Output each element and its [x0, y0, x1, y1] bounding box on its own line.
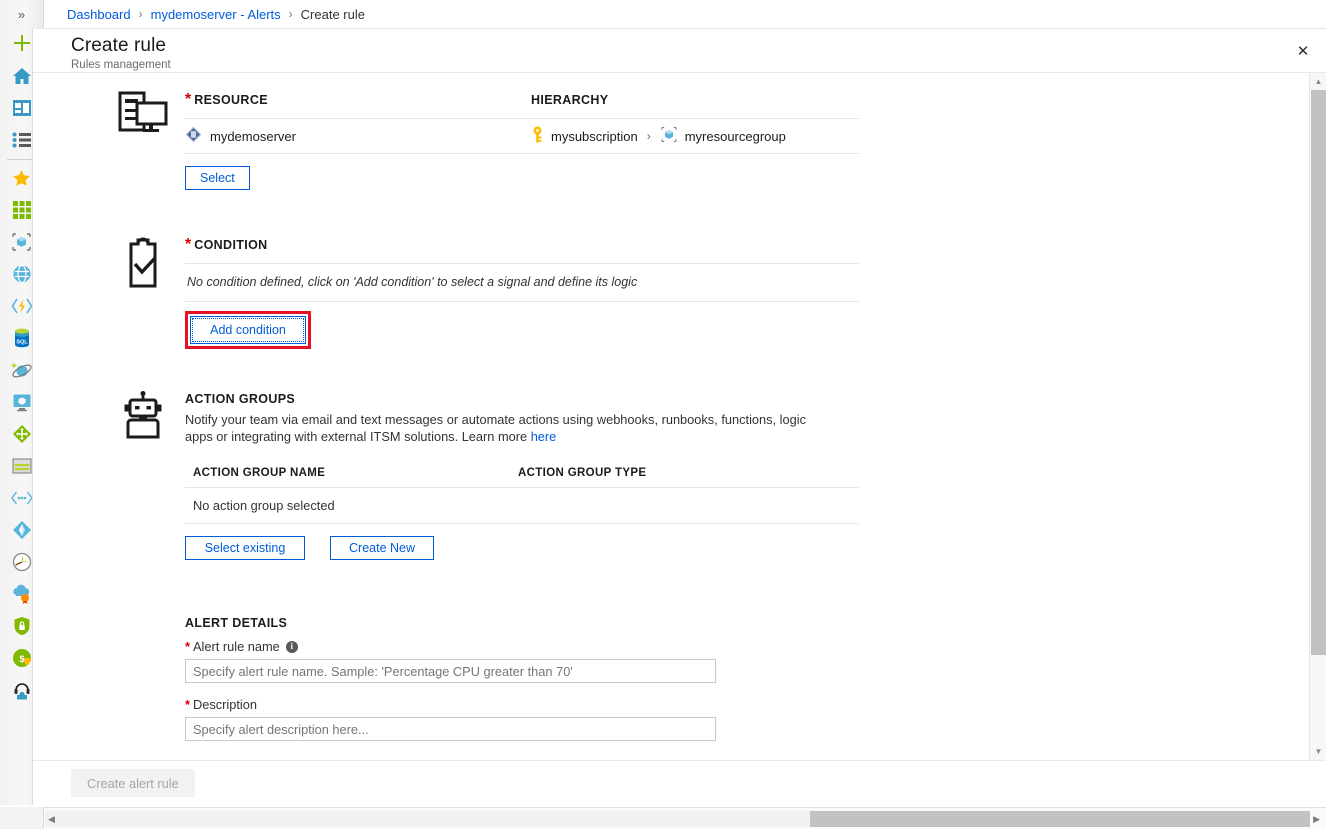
rail-expand-toggle[interactable]: »: [0, 0, 43, 28]
svg-text:SQL: SQL: [16, 340, 28, 346]
add-condition-highlight: Add condition: [185, 311, 311, 349]
description-input[interactable]: [185, 717, 716, 741]
content-bottom-spacer: [185, 741, 859, 760]
horizontal-scroll-thumb[interactable]: [810, 811, 1310, 827]
horizontal-scrollbar[interactable]: ◀ ▶: [0, 807, 1326, 829]
add-condition-button[interactable]: Add condition: [192, 318, 304, 342]
sql-server-resource-icon: [185, 126, 202, 146]
required-marker: *: [185, 236, 192, 253]
hierarchy-value: mysubscription › myresourcegroup: [531, 126, 786, 146]
scrollbar-corner: [0, 807, 44, 829]
breadcrumb-separator-icon: ›: [288, 7, 293, 21]
add-condition-focus-ring: Add condition: [190, 316, 306, 344]
action-groups-empty-row: No action group selected: [185, 488, 859, 524]
condition-section: * CONDITION No condition defined, click o…: [33, 236, 1304, 349]
column-header-name: ACTION GROUP NAME: [193, 467, 326, 479]
resource-value: mydemoserver: [185, 126, 531, 146]
hierarchy-label: HIERARCHY: [531, 93, 609, 107]
clipboard-check-icon: [111, 236, 175, 300]
alert-rule-name-label: Alert rule name: [192, 639, 280, 654]
action-groups-label: ACTION GROUPS: [185, 392, 296, 406]
hierarchy-separator-icon: ›: [646, 129, 651, 143]
description-label-row: * Description: [185, 697, 859, 712]
resource-value-row: mydemoserver mysubscription › myresource…: [185, 119, 859, 154]
resource-body: * RESOURCE HIERARCHY mydemoserver mysubs…: [185, 91, 859, 190]
alert-rule-name-label-row: * Alert rule name i: [185, 639, 859, 654]
blade-scroll-body: * RESOURCE HIERARCHY mydemoserver mysubs…: [33, 73, 1326, 761]
scroll-up-arrow-icon[interactable]: ▲: [1310, 73, 1326, 90]
server-monitor-icon: [111, 91, 175, 155]
create-rule-blade: Create rule Rules management ✕ * RESOURC…: [32, 29, 1326, 805]
resource-name: mydemoserver: [210, 128, 296, 144]
alert-rule-name-input[interactable]: [185, 659, 716, 683]
breadcrumb-item-alerts[interactable]: mydemoserver - Alerts: [151, 7, 281, 22]
action-groups-description-text: Notify your team via email and text mess…: [185, 412, 806, 444]
horizontal-scroll-track[interactable]: [45, 811, 1310, 827]
blade-header: Create rule Rules management ✕: [33, 29, 1326, 73]
resource-label: RESOURCE: [194, 93, 268, 107]
create-new-button[interactable]: Create New: [330, 536, 434, 560]
scroll-down-arrow-icon[interactable]: ▼: [1310, 743, 1326, 760]
vertical-scrollbar[interactable]: ▲ ▼: [1309, 73, 1326, 760]
required-marker: *: [185, 639, 190, 654]
action-groups-table-header: ACTION GROUP NAME ACTION GROUP TYPE: [185, 467, 859, 488]
action-groups-body: ACTION GROUPS Notify your team via email…: [185, 391, 859, 560]
svg-text:$: $: [19, 654, 24, 664]
required-marker: *: [185, 91, 192, 108]
learn-more-link[interactable]: here: [531, 429, 557, 444]
blade-footer: Create alert rule: [33, 761, 1326, 805]
resource-section: * RESOURCE HIERARCHY mydemoserver mysubs…: [33, 91, 1304, 190]
page-title: Create rule: [71, 35, 167, 56]
create-alert-rule-button[interactable]: Create alert rule: [71, 769, 195, 797]
resource-group-icon: [660, 126, 678, 146]
azure-portal-screen: » SQL $ Dashboard › mydemoserver - Alert…: [0, 0, 1326, 829]
action-groups-description: Notify your team via email and text mess…: [185, 411, 815, 445]
condition-label-wrap: * CONDITION: [185, 236, 268, 254]
action-groups-button-row: Select existing Create New: [185, 536, 859, 560]
condition-body: * CONDITION No condition defined, click o…: [185, 236, 859, 349]
subscription-key-icon: [531, 126, 544, 146]
breadcrumb: Dashboard › mydemoserver - Alerts › Crea…: [45, 0, 1326, 29]
info-icon[interactable]: i: [285, 640, 298, 653]
subscription-name: mysubscription: [551, 128, 638, 144]
select-resource-button[interactable]: Select: [185, 166, 250, 190]
condition-empty-text: No condition defined, click on 'Add cond…: [185, 264, 859, 302]
robot-icon: [111, 391, 175, 455]
condition-header-row: * CONDITION: [185, 236, 859, 264]
alert-details-title: ALERT DETAILS: [185, 616, 288, 630]
select-existing-button[interactable]: Select existing: [185, 536, 305, 560]
vertical-scroll-thumb[interactable]: [1311, 90, 1326, 655]
resource-header-row: * RESOURCE HIERARCHY: [185, 91, 859, 119]
resource-group-name: myresourcegroup: [684, 128, 786, 144]
column-header-type: ACTION GROUP TYPE: [518, 467, 647, 479]
required-marker: *: [185, 697, 190, 712]
scroll-left-arrow-icon[interactable]: ◀: [48, 812, 55, 826]
page-subtitle: Rules management: [71, 59, 171, 71]
close-icon[interactable]: ✕: [1282, 31, 1324, 71]
action-groups-section: ACTION GROUPS Notify your team via email…: [33, 391, 1304, 560]
resource-button-row: Select: [185, 166, 859, 190]
alert-details-section: ALERT DETAILS *Alert rule name i *Descri…: [185, 616, 859, 760]
condition-label: CONDITION: [194, 238, 268, 252]
breadcrumb-separator-icon: ›: [138, 7, 143, 21]
description-label: Description: [192, 697, 257, 712]
scroll-right-arrow-icon[interactable]: ▶: [1313, 812, 1320, 826]
breadcrumb-item-create-rule: Create rule: [300, 6, 365, 22]
breadcrumb-item-dashboard[interactable]: Dashboard: [67, 7, 131, 22]
form-content: * RESOURCE HIERARCHY mydemoserver mysubs…: [33, 73, 1304, 760]
resource-label-wrap: * RESOURCE: [185, 91, 531, 109]
